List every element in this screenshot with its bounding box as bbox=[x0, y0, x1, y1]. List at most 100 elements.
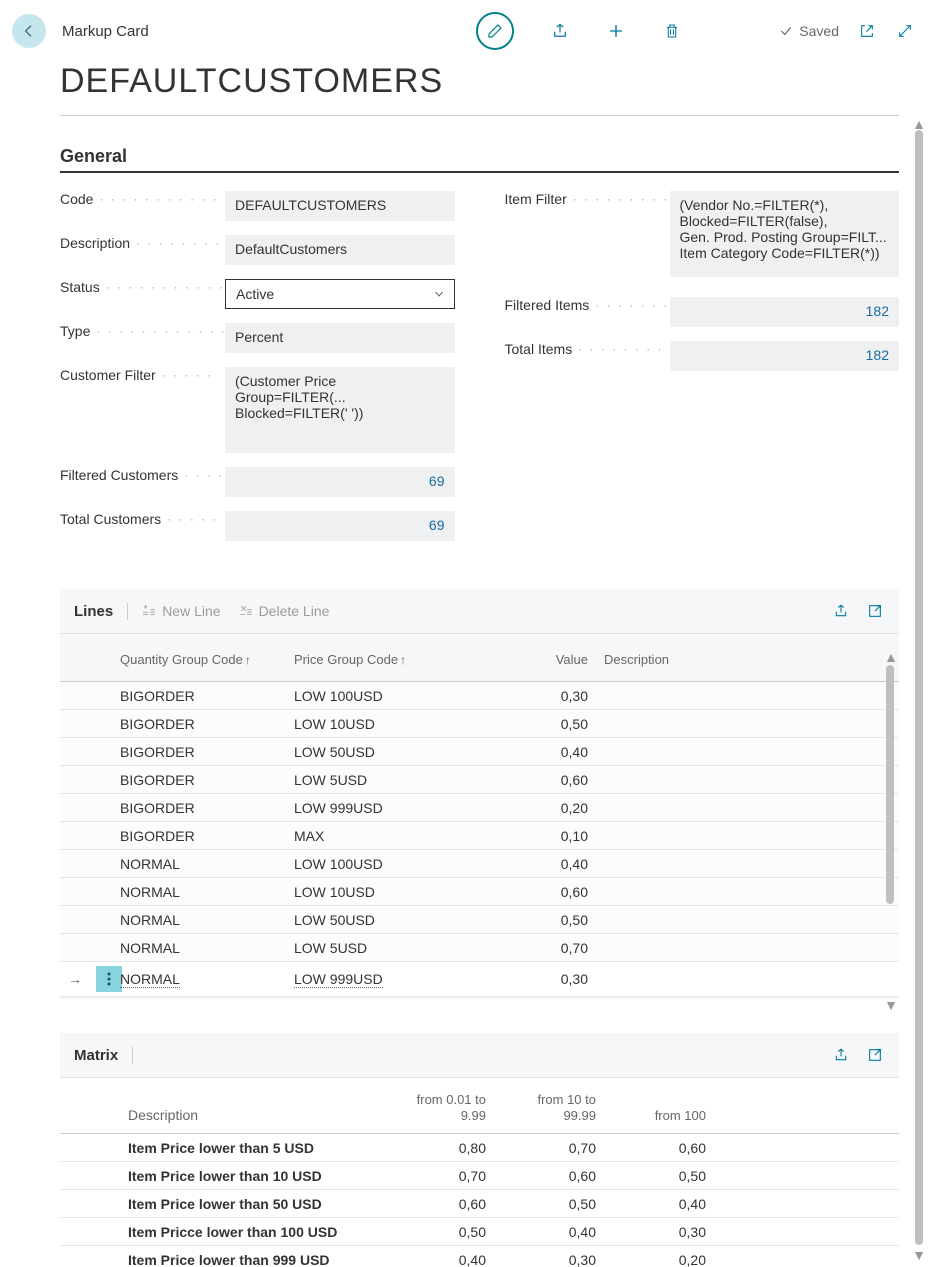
matrix-popout-button[interactable] bbox=[865, 1045, 885, 1065]
table-row[interactable]: Item Price lower than 10 USD0,700,600,50 bbox=[60, 1162, 899, 1190]
table-row[interactable]: BIGORDERLOW 999USD0,20 bbox=[60, 794, 899, 822]
cell-matrix-1[interactable]: 0,60 bbox=[376, 1196, 486, 1212]
col-qty[interactable]: Quantity Group Code↑ bbox=[116, 648, 286, 671]
table-row[interactable]: NORMALLOW 50USD0,50 bbox=[60, 906, 899, 934]
col-value[interactable]: Value bbox=[486, 648, 596, 671]
cell-price[interactable]: LOW 50USD bbox=[286, 740, 486, 764]
expand-button[interactable] bbox=[895, 21, 915, 41]
matrix-share-button[interactable] bbox=[831, 1045, 851, 1065]
cell-value[interactable]: 0,10 bbox=[486, 824, 596, 848]
cell-qty[interactable]: NORMAL bbox=[116, 880, 286, 904]
table-row[interactable]: NORMALLOW 5USD0,70 bbox=[60, 934, 899, 962]
cell-qty[interactable]: NORMAL bbox=[116, 908, 286, 932]
cell-desc[interactable] bbox=[596, 888, 899, 896]
cell-matrix-2[interactable]: 0,30 bbox=[486, 1252, 596, 1267]
cell-price[interactable]: LOW 5USD bbox=[286, 936, 486, 960]
col-price[interactable]: Price Group Code↑ bbox=[286, 648, 486, 671]
cell-value[interactable]: 0,30 bbox=[486, 967, 596, 991]
back-button[interactable] bbox=[12, 14, 46, 48]
cell-matrix-desc[interactable]: Item Pricce lower than 100 USD bbox=[116, 1224, 376, 1240]
type-field[interactable]: Percent bbox=[225, 323, 455, 353]
page-scrollbar[interactable]: ▲ ▼ bbox=[913, 120, 925, 1259]
cell-matrix-1[interactable]: 0,70 bbox=[376, 1168, 486, 1184]
cell-price[interactable]: LOW 999USD bbox=[286, 967, 486, 991]
cell-desc[interactable] bbox=[596, 944, 899, 952]
cell-qty[interactable]: NORMAL bbox=[116, 967, 286, 991]
cell-matrix-2[interactable]: 0,40 bbox=[486, 1224, 596, 1240]
cell-qty[interactable]: BIGORDER bbox=[116, 768, 286, 792]
table-row[interactable]: NORMALLOW 100USD0,40 bbox=[60, 850, 899, 878]
cell-matrix-3[interactable]: 0,30 bbox=[596, 1224, 706, 1240]
cell-matrix-2[interactable]: 0,50 bbox=[486, 1196, 596, 1212]
col-desc[interactable]: Description bbox=[596, 648, 899, 671]
lines-share-button[interactable] bbox=[831, 601, 851, 621]
table-row[interactable]: BIGORDERMAX0,10 bbox=[60, 822, 899, 850]
customer-filter-field[interactable]: (Customer Price Group=FILTER(... Blocked… bbox=[225, 367, 455, 453]
cell-qty[interactable]: NORMAL bbox=[116, 936, 286, 960]
cell-value[interactable]: 0,30 bbox=[486, 684, 596, 708]
cell-matrix-desc[interactable]: Item Price lower than 10 USD bbox=[116, 1168, 376, 1184]
cell-matrix-2[interactable]: 0,70 bbox=[486, 1140, 596, 1156]
cell-qty[interactable]: BIGORDER bbox=[116, 796, 286, 820]
cell-price[interactable]: LOW 10USD bbox=[286, 880, 486, 904]
cell-value[interactable]: 0,40 bbox=[486, 740, 596, 764]
cell-desc[interactable] bbox=[596, 804, 899, 812]
cell-desc[interactable] bbox=[596, 860, 899, 868]
delete-line-button[interactable]: Delete Line bbox=[239, 603, 330, 619]
cell-qty[interactable]: BIGORDER bbox=[116, 824, 286, 848]
cell-price[interactable]: LOW 10USD bbox=[286, 712, 486, 736]
new-button[interactable] bbox=[606, 21, 626, 41]
cell-matrix-1[interactable]: 0,80 bbox=[376, 1140, 486, 1156]
table-row[interactable]: BIGORDERLOW 100USD0,30 bbox=[60, 682, 899, 710]
table-row[interactable]: BIGORDERLOW 10USD0,50 bbox=[60, 710, 899, 738]
cell-value[interactable]: 0,60 bbox=[486, 880, 596, 904]
cell-price[interactable]: LOW 5USD bbox=[286, 768, 486, 792]
filtered-customers-field[interactable]: 69 bbox=[225, 467, 455, 497]
cell-value[interactable]: 0,20 bbox=[486, 796, 596, 820]
cell-desc[interactable] bbox=[596, 748, 899, 756]
cell-value[interactable]: 0,70 bbox=[486, 936, 596, 960]
col-matrix-desc[interactable]: Description bbox=[116, 1107, 376, 1123]
share-button[interactable] bbox=[550, 21, 570, 41]
table-row[interactable]: Item Price lower than 999 USD0,400,300,2… bbox=[60, 1246, 899, 1267]
cell-matrix-1[interactable]: 0,40 bbox=[376, 1252, 486, 1267]
lines-scrollbar[interactable]: ▲ ▼ bbox=[885, 665, 895, 997]
col-matrix-2[interactable]: from 10 to99.99 bbox=[486, 1092, 596, 1123]
popout-button[interactable] bbox=[857, 21, 877, 41]
new-line-button[interactable]: New Line bbox=[142, 603, 220, 619]
cell-value[interactable]: 0,40 bbox=[486, 852, 596, 876]
cell-matrix-3[interactable]: 0,50 bbox=[596, 1168, 706, 1184]
cell-value[interactable]: 0,60 bbox=[486, 768, 596, 792]
table-row[interactable]: Item Price lower than 50 USD0,600,500,40 bbox=[60, 1190, 899, 1218]
table-row[interactable]: →NORMALLOW 999USD0,30 bbox=[60, 962, 899, 997]
table-row[interactable]: NORMALLOW 10USD0,60 bbox=[60, 878, 899, 906]
col-matrix-1[interactable]: from 0.01 to9.99 bbox=[376, 1092, 486, 1123]
description-field[interactable]: DefaultCustomers bbox=[225, 235, 455, 265]
item-filter-field[interactable]: (Vendor No.=FILTER(*), Blocked=FILTER(fa… bbox=[670, 191, 900, 277]
col-matrix-3[interactable]: from 100 bbox=[596, 1108, 706, 1124]
cell-matrix-desc[interactable]: Item Price lower than 999 USD bbox=[116, 1252, 376, 1267]
cell-matrix-2[interactable]: 0,60 bbox=[486, 1168, 596, 1184]
filtered-items-field[interactable]: 182 bbox=[670, 297, 900, 327]
cell-desc[interactable] bbox=[596, 776, 899, 784]
cell-qty[interactable]: NORMAL bbox=[116, 852, 286, 876]
total-items-field[interactable]: 182 bbox=[670, 341, 900, 371]
cell-desc[interactable] bbox=[596, 720, 899, 728]
delete-button[interactable] bbox=[662, 21, 682, 41]
cell-matrix-1[interactable]: 0,50 bbox=[376, 1224, 486, 1240]
cell-desc[interactable] bbox=[596, 692, 899, 700]
cell-matrix-3[interactable]: 0,60 bbox=[596, 1140, 706, 1156]
cell-matrix-3[interactable]: 0,40 bbox=[596, 1196, 706, 1212]
cell-matrix-3[interactable]: 0,20 bbox=[596, 1252, 706, 1267]
cell-price[interactable]: LOW 999USD bbox=[286, 796, 486, 820]
table-row[interactable]: BIGORDERLOW 5USD0,60 bbox=[60, 766, 899, 794]
table-row[interactable]: Item Price lower than 5 USD0,800,700,60 bbox=[60, 1134, 899, 1162]
edit-button[interactable] bbox=[476, 12, 514, 50]
cell-price[interactable]: MAX bbox=[286, 824, 486, 848]
cell-desc[interactable] bbox=[596, 975, 899, 983]
table-row[interactable]: BIGORDERLOW 50USD0,40 bbox=[60, 738, 899, 766]
cell-matrix-desc[interactable]: Item Price lower than 5 USD bbox=[116, 1140, 376, 1156]
cell-price[interactable]: LOW 100USD bbox=[286, 684, 486, 708]
cell-matrix-desc[interactable]: Item Price lower than 50 USD bbox=[116, 1196, 376, 1212]
cell-value[interactable]: 0,50 bbox=[486, 908, 596, 932]
